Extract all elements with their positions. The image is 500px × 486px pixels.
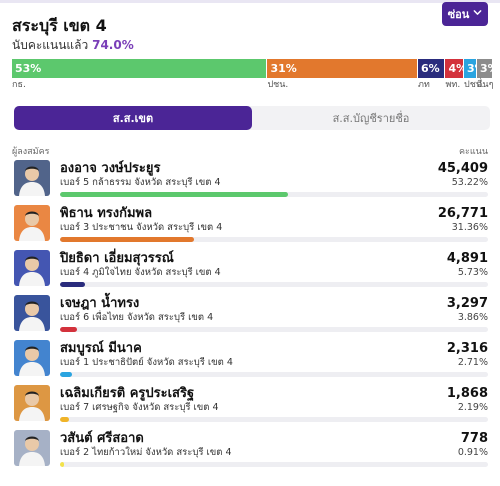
vote-share-segment-label: 53% — [15, 62, 42, 75]
vote-share-segment: 3% — [476, 59, 492, 78]
vote-share-segment-label: 4% — [448, 62, 463, 75]
counted-label: นับคะแนนแล้ว — [12, 38, 89, 52]
candidate-detail: เบอร์ 2 ไทยก้าวใหม่ จังหวัด สระบุรี เขต … — [60, 447, 232, 458]
candidate-row[interactable]: สมบูรณ์ มีนาค เบอร์ 1 ประชาธิปัตย์ จังหวั… — [12, 340, 490, 382]
candidate-vote-bar-track — [60, 327, 488, 332]
hide-button[interactable]: ซ่อน — [442, 2, 488, 26]
vote-share-segment-label: 3% — [479, 62, 492, 75]
candidate-type-tabs: ส.ส.เขต ส.ส.บัญชีรายชื่อ — [14, 106, 490, 130]
vote-share-segment: 53% — [12, 59, 268, 78]
top-strip — [0, 0, 500, 3]
candidate-row[interactable]: ปิยธิดา เอี่ยมสุวรรณ์ เบอร์ 4 ภูมิใจไทย จ… — [12, 250, 490, 292]
candidate-name: เจษฎา น้ำทรง — [60, 296, 140, 311]
candidate-vote-bar-fill — [60, 327, 77, 332]
candidate-row[interactable]: พิธาน ทรงกัมพล เบอร์ 3 ประชาชน จังหวัด สร… — [12, 205, 490, 247]
candidate-name: วสันต์ ศรีสอาด — [60, 431, 144, 446]
vote-share-segment-label: 3% — [466, 62, 476, 75]
candidate-votes: 3,297 — [446, 296, 488, 311]
candidate-avatar — [14, 205, 50, 241]
chevron-down-icon — [473, 8, 482, 20]
candidate-vote-bar-track — [60, 282, 488, 287]
candidate-vote-percent: 53.22% — [451, 177, 488, 188]
candidate-list-header: ผู้ลงสมัคร คะแนน — [12, 144, 488, 157]
candidate-avatar — [14, 385, 50, 421]
candidate-vote-bar-track — [60, 192, 488, 197]
candidate-vote-percent: 3.86% — [457, 312, 488, 323]
candidate-name: เฉลิมเกียรติ ครูประเสริฐ — [60, 386, 195, 401]
candidate-vote-bar-fill — [60, 462, 64, 467]
candidate-vote-percent: 0.91% — [457, 447, 488, 458]
candidate-detail: เบอร์ 4 ภูมิใจไทย จังหวัด สระบุรี เขต 4 — [60, 267, 221, 278]
candidate-detail: เบอร์ 1 ประชาธิปัตย์ จังหวัด สระบุรี เขต… — [60, 357, 233, 368]
candidate-votes: 45,409 — [437, 161, 488, 176]
candidate-votes: 778 — [460, 431, 488, 446]
candidate-vote-percent: 2.19% — [457, 402, 488, 413]
candidate-votes: 26,771 — [437, 206, 488, 221]
candidates-column-label: ผู้ลงสมัคร — [12, 147, 50, 157]
candidate-vote-bar-fill — [60, 372, 72, 377]
vote-share-party-label: ปชน. — [267, 80, 289, 90]
candidate-detail: เบอร์ 5 กล้าธรรม จังหวัด สระบุรี เขต 4 — [60, 177, 221, 188]
candidate-detail: เบอร์ 3 ประชาชน จังหวัด สระบุรี เขต 4 — [60, 222, 223, 233]
candidate-avatar — [14, 430, 50, 466]
tab-constituency-mp[interactable]: ส.ส.เขต — [14, 106, 252, 130]
vote-share-party-label: พท. — [445, 80, 461, 90]
vote-share-segment-label: 6% — [420, 62, 440, 75]
counted-percent: 74.0% — [92, 38, 134, 52]
candidate-name: ปิยธิดา เอี่ยมสุวรรณ์ — [60, 251, 174, 266]
vote-share-party-label: กธ. — [12, 80, 26, 90]
vote-share-segment: 6% — [417, 59, 446, 78]
candidate-row[interactable]: เจษฎา น้ำทรง เบอร์ 6 เพื่อไทย จังหวัด สระ… — [12, 295, 490, 337]
votes-column-label: คะแนน — [459, 147, 488, 157]
counted-status: นับคะแนนแล้ว 74.0% — [12, 37, 488, 53]
vote-share-party-label: อื่นๆ — [477, 80, 494, 90]
candidate-row[interactable]: เฉลิมเกียรติ ครูประเสริฐ เบอร์ 7 เศรษฐกิจ… — [12, 385, 490, 427]
candidate-avatar — [14, 250, 50, 286]
vote-share-bar: 53%31%6%4%3%3% — [12, 59, 492, 78]
vote-share-party-label: ภท — [417, 80, 430, 90]
candidate-vote-bar-track — [60, 237, 488, 242]
vote-share-segment: 31% — [267, 59, 418, 78]
candidate-votes: 1,868 — [446, 386, 488, 401]
candidate-detail: เบอร์ 7 เศรษฐกิจ จังหวัด สระบุรี เขต 4 — [60, 402, 219, 413]
candidate-name: องอาจ วงษ์ประยูร — [60, 161, 161, 176]
candidate-vote-percent: 2.71% — [457, 357, 488, 368]
vote-share-segment-label: 31% — [270, 62, 297, 75]
district-header: สระบุรี เขต 4 นับคะแนนแล้ว 74.0% ซ่อน — [12, 2, 488, 56]
candidate-votes: 4,891 — [446, 251, 488, 266]
candidate-vote-bar-fill — [60, 417, 70, 422]
candidate-vote-bar-track — [60, 417, 488, 422]
vote-share-segment: 3% — [463, 59, 477, 78]
candidate-row[interactable]: องอาจ วงษ์ประยูร เบอร์ 5 กล้าธรรม จังหวัด… — [12, 160, 490, 202]
tab-party-list-mp[interactable]: ส.ส.บัญชีรายชื่อ — [252, 106, 490, 130]
candidate-detail: เบอร์ 6 เพื่อไทย จังหวัด สระบุรี เขต 4 — [60, 312, 214, 323]
candidate-avatar — [14, 340, 50, 376]
candidate-name: พิธาน ทรงกัมพล — [60, 206, 153, 221]
candidate-vote-bar-fill — [60, 237, 195, 242]
candidate-vote-bar-fill — [60, 282, 85, 287]
candidate-avatar — [14, 295, 50, 331]
candidate-vote-bar-fill — [60, 192, 288, 197]
candidate-row[interactable]: วสันต์ ศรีสอาด เบอร์ 2 ไทยก้าวใหม่ จังหวั… — [12, 430, 490, 472]
candidate-vote-bar-track — [60, 372, 488, 377]
vote-share-party-labels: กธ. ปชน. ภท พท. ปชป. อื่นๆ — [12, 79, 494, 91]
candidate-vote-percent: 31.36% — [451, 222, 488, 233]
district-title: สระบุรี เขต 4 — [12, 16, 107, 35]
candidate-vote-bar-track — [60, 462, 488, 467]
candidate-name: สมบูรณ์ มีนาค — [60, 341, 142, 356]
candidate-vote-percent: 5.73% — [457, 267, 488, 278]
vote-share-segment: 4% — [445, 59, 464, 78]
hide-button-label: ซ่อน — [447, 8, 470, 21]
candidate-avatar — [14, 160, 50, 196]
candidate-votes: 2,316 — [446, 341, 488, 356]
